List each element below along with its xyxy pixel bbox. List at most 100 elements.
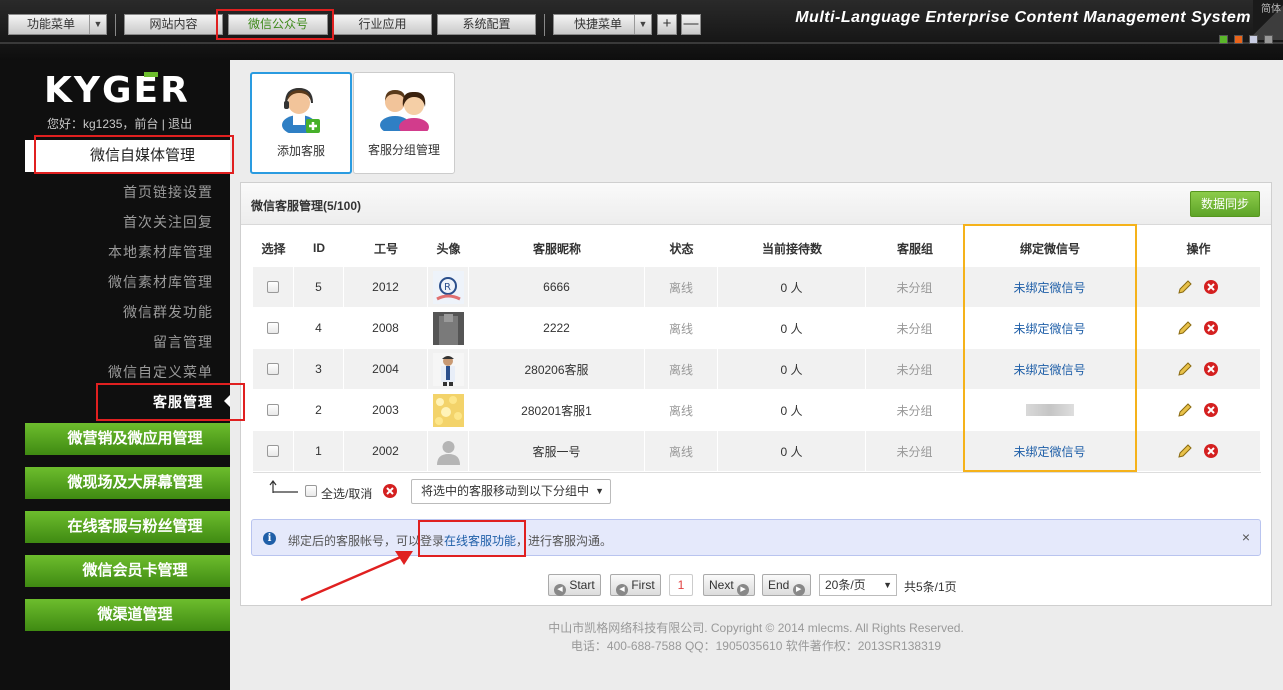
row-id: 5 [294,267,344,307]
pager-next-label: Next [709,578,734,592]
row-id: 3 [294,349,344,389]
row-serving: 0 人 [718,390,866,430]
data-sync-button[interactable]: 数据同步 [1190,191,1260,217]
sidebar-item-wechat-materials[interactable]: 微信素材库管理 [108,272,213,292]
top-bar-divider [0,42,1283,44]
per-page-select[interactable]: 20条/页 ▼ [819,574,897,596]
col-header-serving: 当前接待数 [761,241,822,256]
menu-function[interactable]: 功能菜单 ▼ [8,14,107,35]
row-group: 未分组 [866,267,964,307]
add-shortcut-button[interactable]: + [657,14,677,35]
chevron-down-icon: ▼ [883,580,892,590]
theme-green-swatch[interactable] [1219,35,1228,44]
svg-text:KYGER: KYGER [44,72,190,106]
col-header-avatar: 头像 [436,241,461,256]
row-group: 未分组 [866,431,964,471]
chevron-down-icon[interactable]: ▼ [89,15,106,34]
menu-shortcut[interactable]: 快捷菜单 ▼ [553,14,652,35]
agent-group-icon [380,90,429,131]
delete-icon[interactable] [1203,279,1219,295]
pager-first-button[interactable]: ◀ First [610,574,661,596]
highlight-box-customer-service [96,383,245,421]
agent-group-tile[interactable]: 客服分组管理 [353,72,455,174]
row-actions [1136,308,1261,348]
chevron-down-icon: ▼ [595,486,604,496]
close-icon[interactable]: × [1242,529,1250,545]
pager-start-button[interactable]: ◀ Start [548,574,601,596]
menu-separator [115,14,116,36]
row-checkbox[interactable] [267,281,279,293]
sidebar-item-custom-menu[interactable]: 微信自定义菜单 [108,362,213,382]
row-avatar-cell [428,431,469,471]
info-icon: i [263,532,276,545]
pager-next-button[interactable]: Next ▶ [703,574,756,596]
pager-start-label: Start [569,578,595,592]
row-checkbox[interactable] [267,445,279,457]
col-header-group: 客服组 [896,241,933,256]
col-header-nickname: 客服昵称 [532,241,581,256]
chevron-down-icon[interactable]: ▼ [634,15,651,34]
delete-icon[interactable] [1203,402,1219,418]
theme-switcher [1213,33,1273,47]
pager-summary: 共5条/1页 [904,580,957,594]
edit-pencil-icon[interactable] [1177,361,1193,377]
panel-title: 微信客服管理(5/100) [251,199,362,213]
footer-contact: 电话：400-688-7588 QQ：1905035610 软件著作权：2013… [570,639,942,653]
row-checkbox[interactable] [267,363,279,375]
col-header-actions: 操作 [1186,241,1211,256]
edit-pencil-icon[interactable] [1177,443,1193,459]
language-label: 简体 [1261,4,1281,15]
per-page-value: 20条/页 [825,578,866,592]
delete-icon[interactable] [1203,443,1219,459]
add-service-agent-tile[interactable]: 添加客服 [250,72,352,174]
pagination: ◀ Start ◀ First 1 Next ▶ End ▶ 20条/页 ▼ 共5… [548,574,968,596]
pager-current-page[interactable]: 1 [669,574,693,596]
theme-gray-swatch[interactable] [1264,35,1273,44]
select-all-label[interactable]: 全选/取消 [321,485,372,502]
row-nickname: 2222 [469,308,645,348]
sidebar-item-home-links[interactable]: 首页链接设置 [123,182,213,202]
edit-pencil-icon[interactable] [1177,279,1193,295]
sidebar-menu-marketing[interactable]: 微营销及微应用管理 [25,423,230,455]
sidebar-menu-online-service-fans[interactable]: 在线客服与粉丝管理 [25,511,230,543]
row-serving: 0 人 [718,267,866,307]
sidebar-item-messages[interactable]: 留言管理 [153,332,213,352]
sidebar-menu-channels[interactable]: 微渠道管理 [25,599,230,631]
default-user-icon [432,434,464,468]
edit-pencil-icon[interactable] [1177,320,1193,336]
row-checkbox-cell [253,431,294,471]
menu-industry[interactable]: 行业应用 [333,14,432,35]
agent-group-label: 客服分组管理 [367,143,440,157]
delete-icon[interactable] [1203,361,1219,377]
start-icon: ◀ [554,584,566,596]
select-all-checkbox[interactable] [305,485,317,497]
row-checkbox[interactable] [267,404,279,416]
menu-industry-label: 行业应用 [358,17,407,31]
sidebar-item-local-materials[interactable]: 本地素材库管理 [108,242,213,262]
theme-orange-swatch[interactable] [1234,35,1243,44]
add-service-agent-label: 添加客服 [276,144,325,158]
move-to-group-select[interactable]: 将选中的客服移动到以下分组中 ▼ [411,479,611,504]
theme-blue-swatch[interactable] [1249,35,1258,44]
delete-icon[interactable] [1203,320,1219,336]
remove-shortcut-button[interactable]: — [681,14,701,35]
sidebar-item-mass-send[interactable]: 微信群发功能 [123,302,213,322]
sidebar-menu-member-card[interactable]: 微信会员卡管理 [25,555,230,587]
menu-function-label: 功能菜单 [27,17,76,31]
menu-system-config[interactable]: 系统配置 [437,14,536,35]
menu-site-content[interactable]: 网站内容 [124,14,223,35]
select-arrow-icon [269,480,298,493]
sidebar-menu-big-screen[interactable]: 微现场及大屏幕管理 [25,467,230,499]
edit-pencil-icon[interactable] [1177,402,1193,418]
prev-icon: ◀ [616,584,628,596]
row-avatar-cell: R [428,267,469,307]
brand-title: Multi-Language Enterprise Content Manage… [795,9,1251,26]
row-checkbox[interactable] [267,322,279,334]
row-status: 离线 [645,431,718,471]
row-group: 未分组 [866,390,964,430]
bulk-delete-icon[interactable] [382,483,398,499]
top-bar: 功能菜单 ▼ 网站内容 微信公众号 行业应用 系统配置 快捷菜单 ▼ + — M… [0,0,1283,60]
row-avatar-cell [428,390,469,430]
sidebar-item-first-follow-reply[interactable]: 首次关注回复 [123,212,213,232]
pager-end-button[interactable]: End ▶ [762,574,811,596]
